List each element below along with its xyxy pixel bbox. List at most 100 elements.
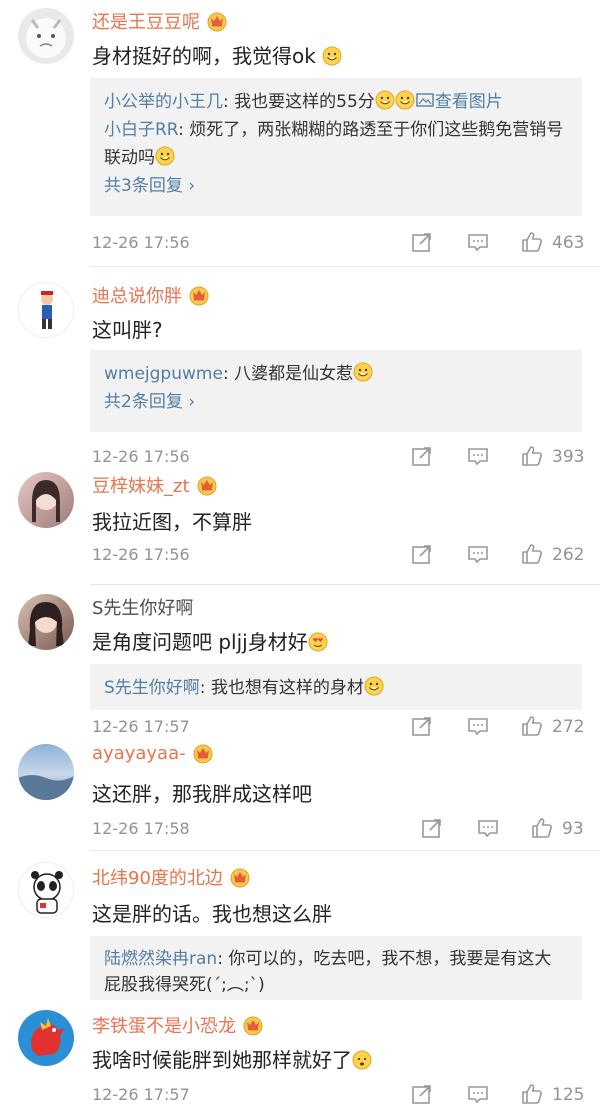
reply-line: 小公举的小王几: 我也要这样的55分 查看图片 bbox=[104, 88, 568, 116]
username-text[interactable]: 豆梓妹妹_zt bbox=[92, 472, 190, 498]
comment-text: 我啥时候能胖到她那样就好了 bbox=[92, 1044, 372, 1073]
reply-username[interactable]: S先生你好啊 bbox=[104, 678, 200, 698]
reply-username[interactable]: 小公举的小王几 bbox=[104, 92, 223, 112]
like-icon[interactable] bbox=[520, 444, 544, 468]
emoji-icon bbox=[395, 90, 415, 110]
comment-icon[interactable] bbox=[466, 714, 490, 738]
comment-icon[interactable] bbox=[466, 542, 490, 566]
comment-icon[interactable] bbox=[466, 444, 490, 468]
reply-box[interactable]: 陆燃然染冉ran: 你可以的，吃去吧，我不想，我要是有这大屁股我得哭死(´;︵;… bbox=[90, 936, 582, 1000]
comment-icon[interactable] bbox=[476, 816, 500, 840]
like-count: 272 bbox=[552, 717, 585, 737]
share-icon[interactable] bbox=[410, 444, 434, 468]
comment-text: 这还胖，那我胖成这样吧 bbox=[92, 782, 312, 806]
timestamp: 12-26 17:56 bbox=[92, 545, 190, 564]
emoji-icon bbox=[375, 90, 395, 110]
comment-text: 我拉近图，不算胖 bbox=[92, 510, 252, 534]
comment-text-content: 是角度问题吧 pljj身材好 bbox=[92, 630, 308, 654]
like-icon[interactable] bbox=[520, 542, 544, 566]
avatar[interactable] bbox=[18, 862, 74, 918]
username-text[interactable]: 北纬90度的北边 bbox=[92, 864, 223, 890]
vip-crown-icon bbox=[230, 868, 250, 888]
like-count: 262 bbox=[552, 545, 585, 565]
laugh-emoji-icon bbox=[364, 676, 384, 696]
username-text[interactable]: ayayayaa- bbox=[92, 743, 186, 764]
avatar-image bbox=[41, 291, 53, 329]
comment-item: 还是王豆豆呢 身材挺好的啊，我觉得ok 小公举的小王几: 我也要这样的55分 查看… bbox=[0, 0, 600, 268]
like-icon[interactable] bbox=[520, 1082, 544, 1105]
share-icon[interactable] bbox=[410, 230, 434, 254]
like-count: 463 bbox=[552, 233, 585, 253]
comment-text: 这是胖的话。我也想这么胖 bbox=[92, 902, 332, 926]
more-replies-link[interactable]: 共3条回复 › bbox=[104, 172, 568, 200]
view-image-label[interactable]: 查看图片 bbox=[435, 92, 503, 112]
comment-item: ayayayaa- 这还胖，那我胖成这样吧 12-26 17:58 93 bbox=[0, 736, 600, 852]
avatar[interactable] bbox=[18, 594, 74, 650]
comment-text-content: 身材挺好的啊，我觉得ok bbox=[92, 44, 316, 68]
comment-text: 是角度问题吧 pljj身材好 bbox=[92, 626, 328, 655]
comment-item: 李铁蛋不是小恐龙 我啥时候能胖到她那样就好了 12-26 17:57 125 bbox=[0, 1002, 600, 1105]
reply-username[interactable]: 小白子RR bbox=[104, 120, 178, 140]
username[interactable]: S先生你好啊 bbox=[92, 594, 193, 620]
comment-item: 北纬90度的北边 这是胖的话。我也想这么胖 陆燃然染冉ran: 你可以的，吃去吧… bbox=[0, 852, 600, 1002]
username[interactable]: ayayayaa- bbox=[92, 742, 214, 764]
grin-emoji-icon bbox=[353, 362, 373, 382]
share-icon[interactable] bbox=[410, 1082, 434, 1105]
avatar-image bbox=[31, 871, 63, 914]
timestamp: 12-26 17:57 bbox=[92, 1085, 190, 1104]
username[interactable]: 李铁蛋不是小恐龙 bbox=[92, 1012, 264, 1038]
reply-username[interactable]: 陆燃然染冉ran bbox=[104, 949, 217, 969]
avatar-image bbox=[32, 480, 60, 522]
like-icon[interactable] bbox=[520, 230, 544, 254]
reply-text: : 我也想有这样的身材 bbox=[199, 678, 364, 698]
username[interactable]: 豆梓妹妹_zt bbox=[92, 472, 218, 498]
like-count: 93 bbox=[562, 819, 584, 839]
username-text[interactable]: 还是王豆豆呢 bbox=[92, 8, 200, 34]
reply-box[interactable]: wmejgpuwme: 八婆都是仙女惹 共2条回复 › bbox=[90, 350, 582, 432]
comment-meta: 12-26 17:57 125 bbox=[92, 1082, 584, 1105]
reply-box[interactable]: 小公举的小王几: 我也要这样的55分 查看图片 小白子RR: 烦死了，两张糊糊的路… bbox=[90, 78, 582, 216]
comment-meta: 12-26 17:56 393 bbox=[92, 444, 585, 470]
reply-line: 陆燃然染冉ran: 你可以的，吃去吧，我不想，我要是有这大屁股我得哭死(´;︵;… bbox=[104, 946, 568, 998]
like-icon[interactable] bbox=[530, 816, 554, 840]
avatar-image bbox=[31, 1018, 64, 1056]
reply-line: 小白子RR: 烦死了，两张糊糊的路透至于你们这些鹅免营销号联动吗 bbox=[104, 116, 568, 172]
share-icon[interactable] bbox=[420, 816, 444, 840]
username-text[interactable]: 李铁蛋不是小恐龙 bbox=[92, 1012, 236, 1038]
vip-crown-icon bbox=[189, 286, 209, 306]
username[interactable]: 还是王豆豆呢 bbox=[92, 8, 228, 34]
comment-text: 这叫胖? bbox=[92, 318, 163, 342]
username-text[interactable]: S先生你好啊 bbox=[92, 594, 193, 620]
avatar[interactable] bbox=[18, 1010, 74, 1066]
comment-icon[interactable] bbox=[466, 1082, 490, 1105]
username[interactable]: 北纬90度的北边 bbox=[92, 864, 251, 890]
like-icon[interactable] bbox=[520, 714, 544, 738]
timestamp: 12-26 17:56 bbox=[92, 233, 190, 252]
timestamp: 12-26 17:58 bbox=[92, 819, 190, 838]
reply-username[interactable]: wmejgpuwme bbox=[104, 364, 223, 384]
comment-item: 豆梓妹妹_zt 我拉近图，不算胖 12-26 17:56 262 bbox=[0, 468, 600, 586]
comment-icon[interactable] bbox=[466, 230, 490, 254]
avatar[interactable] bbox=[18, 744, 74, 800]
username-text[interactable]: 迪总说你胖 bbox=[92, 282, 182, 308]
share-icon[interactable] bbox=[410, 542, 434, 566]
divider bbox=[90, 850, 600, 851]
avatar-image bbox=[18, 775, 74, 800]
like-count: 393 bbox=[552, 447, 585, 467]
comment-item: S先生你好啊 是角度问题吧 pljj身材好 S先生你好啊: 我也想有这样的身材 … bbox=[0, 586, 600, 738]
username[interactable]: 迪总说你胖 bbox=[92, 282, 210, 308]
avatar[interactable] bbox=[18, 472, 74, 528]
shy-emoji-icon bbox=[352, 1050, 372, 1070]
divider bbox=[90, 266, 600, 267]
avatar-image bbox=[26, 18, 66, 58]
avatar[interactable] bbox=[18, 8, 74, 64]
more-replies-link[interactable]: 共2条回复 › bbox=[104, 388, 568, 416]
reply-box[interactable]: S先生你好啊: 我也想有这样的身材 bbox=[90, 664, 582, 710]
view-image-link[interactable]: 查看图片 bbox=[415, 92, 503, 112]
share-icon[interactable] bbox=[410, 714, 434, 738]
avatar-image bbox=[28, 602, 64, 646]
divider bbox=[90, 584, 600, 585]
vip-crown-icon bbox=[243, 1016, 263, 1036]
avatar[interactable] bbox=[18, 282, 74, 338]
reply-text: : 八婆都是仙女惹 bbox=[222, 364, 354, 384]
